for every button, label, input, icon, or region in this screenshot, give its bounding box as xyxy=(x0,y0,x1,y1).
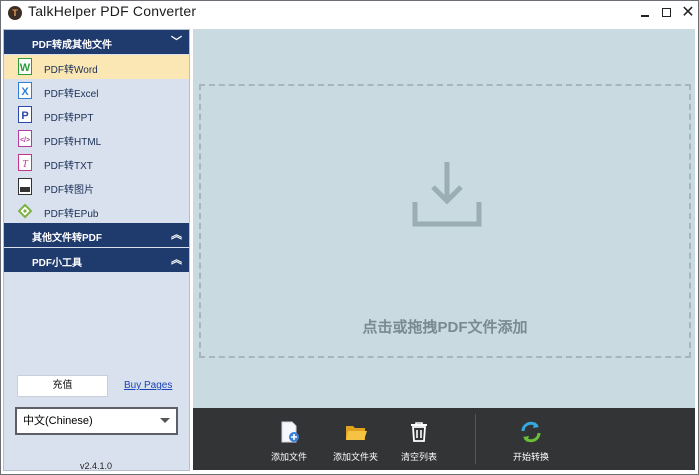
refresh-icon xyxy=(519,420,543,444)
language-value: 中文(Chinese) xyxy=(23,415,93,427)
main-area: 点击或拖拽PDF文件添加 xyxy=(193,29,695,408)
word-icon: W xyxy=(18,58,32,75)
chevron-down-icon[interactable]: ﹀ xyxy=(171,33,182,49)
trash-icon xyxy=(407,420,431,444)
add-folder-label: 添加文件夹 xyxy=(333,452,379,462)
group-title: PDF小工具 xyxy=(32,258,82,269)
add-file-icon xyxy=(277,420,301,444)
svg-text:W: W xyxy=(20,62,31,74)
sidebar-item-pdf-to-epub[interactable]: PDF转EPub xyxy=(4,199,189,223)
sidebar-item-pdf-to-word[interactable]: W PDF转Word xyxy=(4,55,189,79)
sidebar-item-label: PDF转图片 xyxy=(44,185,94,196)
window-title: TalkHelper PDF Converter xyxy=(28,3,197,19)
chevron-up-icon[interactable]: ︽ xyxy=(171,251,182,267)
add-file-label: 添加文件 xyxy=(271,452,308,462)
title-bar[interactable]: TalkHelper PDF Converter ✕ xyxy=(1,1,698,25)
html-icon: </> xyxy=(18,130,32,147)
minimize-button[interactable] xyxy=(637,4,655,22)
recharge-button[interactable]: 充值 xyxy=(17,375,108,397)
dropdown-arrow-icon[interactable] xyxy=(160,418,170,423)
bottom-toolbar: 添加文件 添加文件夹 清空列表 开始转换 xyxy=(193,408,695,470)
group-pdf-to-other[interactable]: PDF转成其他文件 ﹀ xyxy=(4,30,189,54)
clear-list-button[interactable]: 清空列表 xyxy=(401,420,437,463)
svg-text:X: X xyxy=(21,86,29,98)
txt-icon: T xyxy=(18,154,32,171)
drop-hint-text: 点击或拖拽PDF文件添加 xyxy=(362,319,528,336)
sidebar-item-label: PDF转PPT xyxy=(44,113,94,124)
svg-text:P: P xyxy=(21,110,28,122)
sidebar-item-label: PDF转EPub xyxy=(44,209,99,220)
ppt-icon: P xyxy=(18,106,32,123)
group-other-to-pdf[interactable]: 其他文件转PDF ︽ xyxy=(4,223,189,247)
epub-icon xyxy=(18,202,32,219)
sidebar-item-pdf-to-image[interactable]: PDF转图片 xyxy=(4,175,189,199)
clear-list-label: 清空列表 xyxy=(401,452,438,462)
drop-zone[interactable]: 点击或拖拽PDF文件添加 xyxy=(199,84,691,358)
add-file-button[interactable]: 添加文件 xyxy=(271,420,307,463)
sidebar-item-pdf-to-excel[interactable]: X PDF转Excel xyxy=(4,79,189,103)
sidebar-item-label: PDF转TXT xyxy=(44,161,93,172)
version-label: v2.4.1.0 xyxy=(80,461,113,471)
sidebar-item-label: PDF转HTML xyxy=(44,137,102,148)
sidebar: PDF转成其他文件 ﹀ W PDF转Word X PDF转Excel P PDF… xyxy=(3,29,190,471)
excel-icon: X xyxy=(18,82,32,99)
svg-text:</>: </> xyxy=(20,137,30,144)
group-title: PDF转成其他文件 xyxy=(32,40,112,51)
language-select[interactable]: 中文(Chinese) xyxy=(15,407,178,435)
group-title: 其他文件转PDF xyxy=(32,233,102,244)
sidebar-item-label: PDF转Word xyxy=(44,65,98,76)
sidebar-item-pdf-to-html[interactable]: </> PDF转HTML xyxy=(4,127,189,151)
download-icon xyxy=(412,162,482,227)
group-pdf-tools[interactable]: PDF小工具 ︽ xyxy=(4,248,189,272)
add-folder-button[interactable]: 添加文件夹 xyxy=(333,420,378,463)
buy-pages-link[interactable]: Buy Pages xyxy=(124,380,172,391)
close-button[interactable]: ✕ xyxy=(679,4,697,22)
app-logo-icon xyxy=(8,6,22,20)
image-icon xyxy=(18,178,32,195)
sidebar-item-pdf-to-txt[interactable]: T PDF转TXT xyxy=(4,151,189,175)
maximize-button[interactable] xyxy=(658,4,676,22)
start-convert-label: 开始转换 xyxy=(513,452,550,462)
chevron-up-icon[interactable]: ︽ xyxy=(171,226,182,242)
toolbar-divider xyxy=(475,414,476,464)
sidebar-item-label: PDF转Excel xyxy=(44,89,99,100)
folder-icon xyxy=(344,420,368,444)
start-convert-button[interactable]: 开始转换 xyxy=(513,420,549,463)
sidebar-item-pdf-to-ppt[interactable]: P PDF转PPT xyxy=(4,103,189,127)
